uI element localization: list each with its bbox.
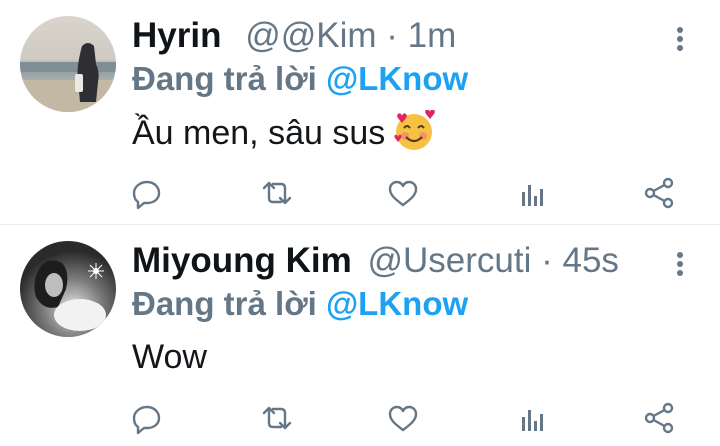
tweet[interactable]: Miyoung Kim @Usercuti · 45s Đang trả lời…: [0, 225, 720, 446]
retweet-icon: [262, 406, 292, 430]
analytics-button[interactable]: [516, 176, 550, 210]
avatar[interactable]: [20, 16, 116, 112]
avatar[interactable]: [20, 241, 116, 337]
tweet-text-content: Wow: [132, 338, 207, 376]
tweet-text: Ầu men, sâu sus: [132, 110, 436, 155]
separator: ·: [541, 241, 553, 280]
tweet-header: Hyrin @@Kim · 1m: [132, 14, 456, 58]
user-handle[interactable]: @Usercuti: [367, 241, 531, 280]
separator: ·: [386, 16, 398, 55]
tweet-feed: Hyrin @@Kim · 1m Đang trả lời @LKnow Ầu …: [0, 0, 720, 446]
share-button[interactable]: [642, 401, 676, 435]
tweet-text-content: Ầu men, sâu sus: [132, 114, 386, 152]
reply-icon: [132, 180, 161, 210]
replying-to: Đang trả lời @LKnow: [132, 283, 468, 325]
retweet-button[interactable]: [260, 176, 294, 210]
analytics-icon: [522, 185, 543, 206]
tweet[interactable]: Hyrin @@Kim · 1m Đang trả lời @LKnow Ầu …: [0, 0, 720, 224]
smiling-face-with-hearts-emoji: [394, 110, 436, 150]
more-vertical-icon: [677, 27, 683, 51]
tweet-header: Miyoung Kim @Usercuti · 45s: [132, 239, 619, 283]
like-button[interactable]: [386, 176, 420, 210]
more-options-button[interactable]: [664, 24, 696, 56]
tweet-text: Wow: [132, 335, 207, 379]
like-icon: [388, 180, 418, 207]
user-handle[interactable]: @@Kim: [245, 16, 376, 55]
timestamp[interactable]: 45s: [562, 241, 618, 280]
mention-link[interactable]: @LKnow: [326, 285, 468, 322]
action-bar: [0, 172, 720, 216]
sparkler-photo-avatar: [20, 241, 116, 337]
more-options-button[interactable]: [664, 249, 696, 281]
action-bar: [0, 397, 720, 441]
reply-button[interactable]: [130, 176, 164, 210]
share-icon: [644, 402, 674, 434]
reply-button[interactable]: [130, 401, 164, 435]
timestamp[interactable]: 1m: [408, 16, 457, 55]
like-button[interactable]: [386, 401, 420, 435]
analytics-button[interactable]: [516, 401, 550, 435]
share-button[interactable]: [642, 176, 676, 210]
display-name[interactable]: Hyrin: [132, 16, 221, 55]
mention-link[interactable]: @LKnow: [326, 60, 468, 97]
analytics-icon: [522, 410, 543, 431]
retweet-button[interactable]: [260, 401, 294, 435]
share-icon: [644, 177, 674, 209]
display-name[interactable]: Miyoung Kim: [132, 241, 352, 280]
retweet-icon: [262, 181, 292, 205]
more-vertical-icon: [677, 252, 683, 276]
replying-to: Đang trả lời @LKnow: [132, 58, 468, 100]
reply-icon: [132, 405, 161, 435]
beach-photo-avatar: [20, 16, 116, 112]
replying-to-label: Đang trả lời: [132, 285, 317, 322]
like-icon: [388, 405, 418, 432]
replying-to-label: Đang trả lời: [132, 60, 317, 97]
